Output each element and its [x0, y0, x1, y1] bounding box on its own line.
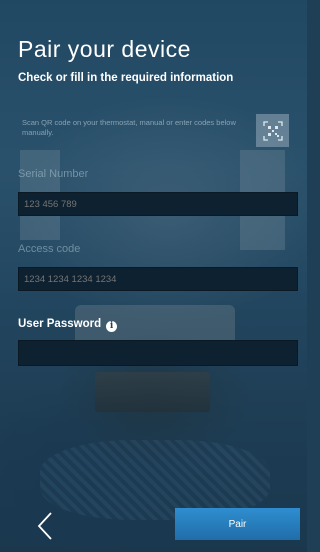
user-password-label: User Password: [18, 318, 102, 330]
scan-row: Scan QR code on your thermostat, manual …: [18, 114, 289, 150]
page-title: Pair your device: [18, 36, 191, 62]
pair-button[interactable]: Pair: [175, 508, 300, 540]
chevron-left-icon: [37, 512, 52, 540]
page-subtitle: Check or fill in the required informatio…: [18, 72, 234, 84]
info-icon[interactable]: i: [106, 321, 118, 332]
qr-scan-button[interactable]: [256, 114, 289, 147]
qr-scan-icon: [262, 120, 283, 141]
scan-hint: Scan QR code on your thermostat, manual …: [22, 118, 236, 137]
user-password-input[interactable]: [18, 340, 298, 366]
access-code-input[interactable]: [18, 267, 298, 291]
user-password-label-row: User Password i: [18, 318, 118, 332]
access-code-label: Access code: [18, 243, 81, 255]
serial-number-label: Serial Number: [18, 168, 89, 180]
serial-number-input[interactable]: [18, 192, 298, 216]
back-button[interactable]: [34, 511, 56, 541]
